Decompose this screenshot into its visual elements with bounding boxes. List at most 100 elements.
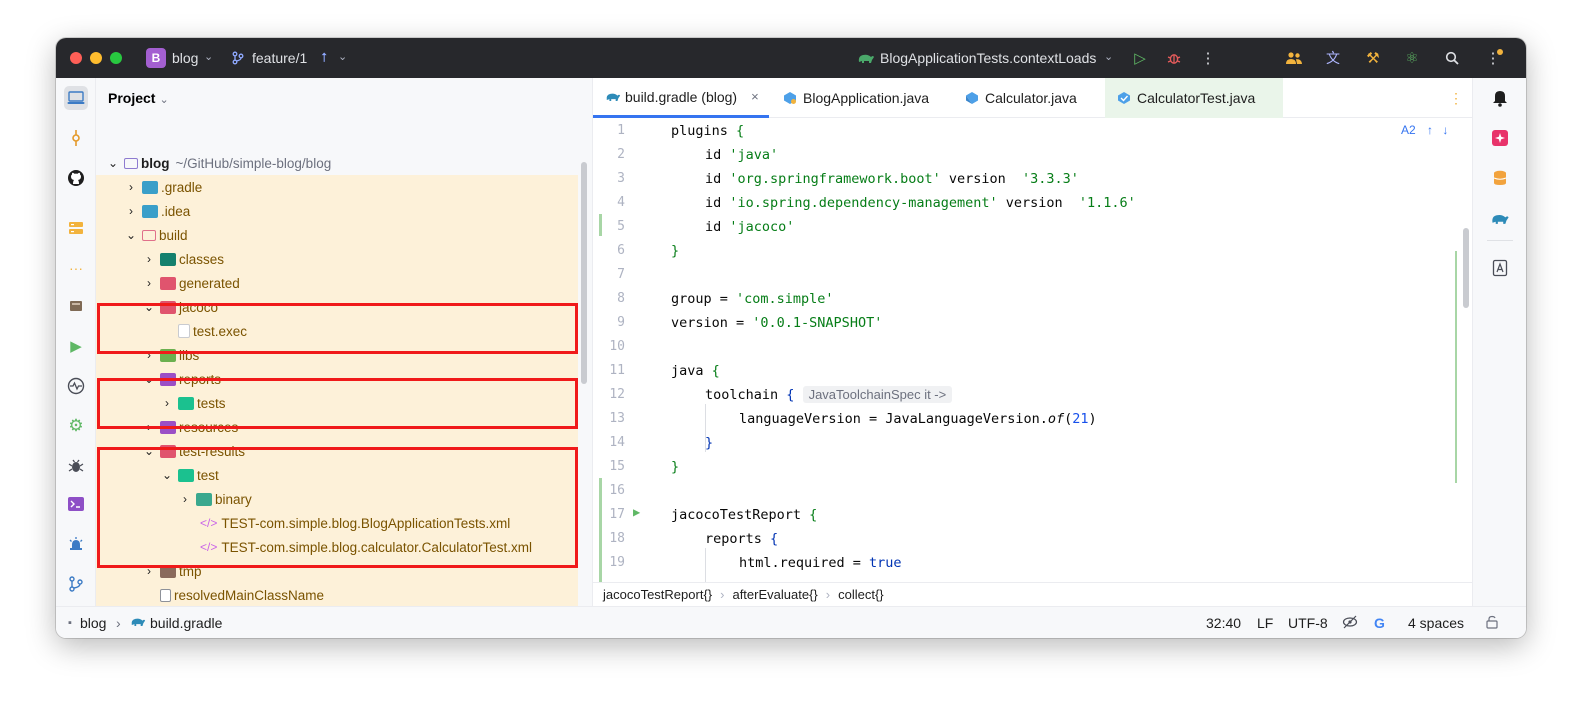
push-arrow-icon: ⭡ — [320, 50, 328, 65]
code-token: group = — [671, 291, 737, 307]
code-token: version — [940, 171, 1014, 187]
tab-build-gradle[interactable]: build.gradle (blog) × — [593, 78, 769, 118]
lock-icon[interactable] — [1486, 615, 1498, 632]
tree-item-classes[interactable]: › classes — [96, 247, 578, 271]
gradle-tool-icon[interactable] — [1488, 206, 1512, 230]
problems-icon[interactable] — [64, 532, 88, 556]
vcs-change-marker[interactable] — [599, 478, 602, 582]
tab-more-icon[interactable]: ⋮ — [1449, 90, 1463, 107]
services-icon[interactable] — [64, 216, 88, 240]
tree-item-gradle-cache[interactable]: › .gradle — [96, 175, 578, 199]
code-token: reports — [705, 531, 771, 547]
project-selector[interactable]: blog — [172, 50, 198, 66]
gear-icon[interactable]: ⚙ — [64, 414, 88, 438]
chevron-right-icon: › — [129, 180, 133, 194]
github-icon[interactable] — [64, 166, 88, 190]
search-icon[interactable] — [1442, 48, 1462, 68]
more-actions-icon[interactable]: ⋮ — [1198, 48, 1218, 68]
code-string: 'org.springframework.boot' — [729, 171, 941, 187]
branch-selector[interactable]: feature/1 — [252, 50, 307, 66]
inspection-widget[interactable]: A2 ↑ ↓ — [1401, 123, 1448, 137]
database-tool-icon[interactable] — [1488, 166, 1512, 190]
tab-label: build.gradle (blog) — [625, 88, 738, 105]
terminal-icon[interactable] — [64, 492, 88, 516]
project-panel-header[interactable]: Project ⌄ — [108, 90, 169, 106]
line-number: 14 — [609, 435, 625, 450]
chevron-down-icon: ⌄ — [1104, 51, 1114, 63]
code-token: jacocoTestReport — [671, 507, 810, 523]
code-line: id 'io.spring.dependency-management' ver… — [705, 195, 1136, 211]
code-token: id — [705, 219, 730, 235]
tree-item-generated[interactable]: › generated — [96, 271, 578, 295]
tab-blog-application[interactable]: BlogApplication.java — [771, 78, 941, 118]
text-file-icon — [160, 588, 171, 602]
code-brace: } — [671, 243, 680, 259]
project-badge[interactable]: B — [146, 48, 166, 68]
run-configuration-selector[interactable]: BlogApplicationTests.contextLoads — [880, 50, 1096, 66]
code-brace: } — [671, 459, 680, 475]
file-encoding[interactable]: UTF-8 — [1288, 615, 1328, 631]
vcs-change-marker[interactable] — [599, 214, 602, 236]
tree-item-build[interactable]: ⌄ build — [96, 223, 578, 247]
highlight-box — [97, 378, 578, 429]
editor-scrollbar[interactable] — [1463, 228, 1469, 308]
tab-calculator[interactable]: Calculator.java — [953, 78, 1103, 118]
code-token: toolchain — [705, 387, 787, 403]
chevron-right-icon: › — [147, 276, 151, 290]
code-line: id 'java' — [705, 147, 778, 163]
run-tool-icon[interactable]: ▶ — [64, 334, 88, 358]
caret-position[interactable]: 32:40 — [1206, 615, 1241, 631]
line-number: 5 — [617, 219, 625, 234]
code-editor[interactable]: A2 ↑ ↓ 1 2 3 4 5 6 7 8 9 10 11 12 13 14 … — [593, 118, 1473, 582]
code-string: '1.1.6' — [1078, 195, 1136, 211]
no-highlight-icon[interactable] — [1342, 615, 1358, 632]
close-window-button[interactable] — [70, 52, 82, 64]
prev-highlight-icon[interactable]: ↑ — [1427, 123, 1433, 137]
next-highlight-icon[interactable]: ↓ — [1442, 123, 1448, 137]
breadcrumb-separator: › — [116, 615, 121, 631]
status-project[interactable]: blog — [80, 615, 106, 631]
build-tools-icon[interactable]: ⚒ — [1363, 48, 1383, 68]
debug-icon[interactable] — [1164, 48, 1184, 68]
breadcrumb-item[interactable]: collect{} — [838, 587, 884, 602]
tree-item-idea[interactable]: › .idea — [96, 199, 578, 223]
update-badge-dot — [1497, 49, 1503, 55]
breadcrumb-item[interactable]: afterEvaluate{} — [732, 587, 817, 602]
tree-item-blog[interactable]: ⌄ blog ~/GitHub/simple-blog/blog — [96, 151, 578, 175]
status-file[interactable]: build.gradle — [150, 615, 222, 631]
run-icon[interactable]: ▷ — [1130, 48, 1150, 68]
code-with-me-icon[interactable] — [1284, 48, 1304, 68]
bookmarks-icon[interactable] — [1488, 256, 1512, 280]
minimize-window-button[interactable] — [90, 52, 102, 64]
editor-breadcrumbs: jacocoTestReport{} › afterEvaluate{} › c… — [593, 582, 1473, 606]
close-icon[interactable]: × — [751, 89, 759, 104]
line-separator[interactable]: LF — [1257, 615, 1273, 631]
line-number: 15 — [609, 459, 625, 474]
commit-icon[interactable] — [64, 126, 88, 150]
version-control-icon[interactable] — [64, 572, 88, 596]
line-number: 6 — [617, 243, 625, 258]
more-tools-icon[interactable]: ··· — [64, 256, 88, 280]
code-token: id — [705, 147, 730, 163]
code-brace: { — [736, 123, 745, 139]
google-icon[interactable]: G — [1374, 615, 1385, 631]
java-test-class-icon — [1117, 91, 1131, 105]
atom-plugin-icon[interactable]: ⚛ — [1402, 48, 1422, 68]
database-icon[interactable] — [64, 294, 88, 318]
project-view-icon[interactable] — [64, 86, 88, 110]
line-number: 11 — [609, 363, 625, 378]
notifications-icon[interactable] — [1488, 86, 1512, 110]
zoom-window-button[interactable] — [110, 52, 122, 64]
ai-assistant-icon[interactable] — [1488, 126, 1512, 150]
java-class-icon — [965, 91, 979, 105]
project-scrollbar[interactable] — [581, 162, 587, 384]
debug-tool-icon[interactable] — [64, 454, 88, 478]
left-tool-strip: ··· ▶ ⚙ — [56, 78, 96, 606]
translate-icon[interactable]: 文 — [1323, 48, 1343, 68]
profiler-icon[interactable] — [64, 374, 88, 398]
indent-setting[interactable]: 4 spaces — [1408, 615, 1464, 631]
tab-calculator-test[interactable]: CalculatorTest.java — [1105, 78, 1283, 118]
tree-item-resolved-main-class[interactable]: resolvedMainClassName — [96, 583, 578, 607]
breadcrumb-item[interactable]: jacocoTestReport{} — [603, 587, 712, 602]
run-gutter-icon[interactable]: ▶ — [633, 505, 640, 519]
